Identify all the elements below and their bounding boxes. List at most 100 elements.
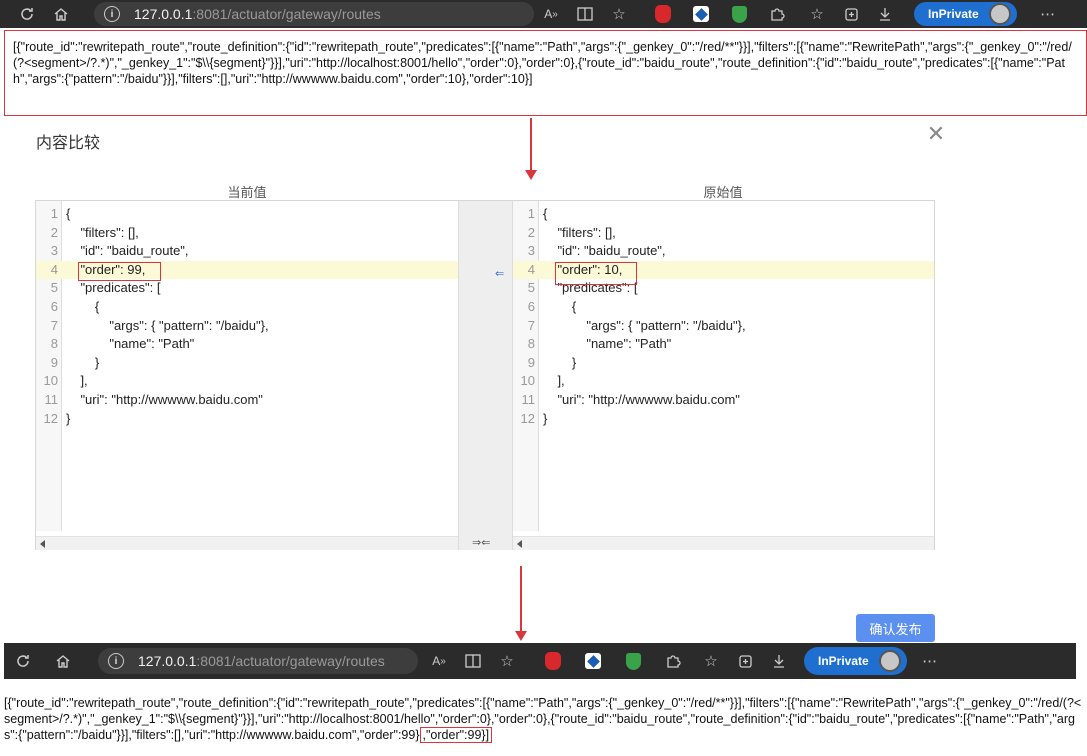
code-lines: 1{2 "filters": [], 3 "id": "baidu_route",… [36,205,458,428]
refresh-icon[interactable] [6,643,40,679]
extension-red-icon[interactable] [646,0,680,28]
line-number: 2 [50,224,58,240]
line-number: 12 [520,410,535,426]
extension-blue-icon[interactable] [684,0,718,28]
browser-toolbar-top: i 127.0.0.1:8081/actuator/gateway/routes… [0,0,1087,28]
merge-change-icon[interactable]: ⇐ [495,267,504,280]
code-line: 7 "args": { "pattern": "/baidu"}, [36,317,458,336]
code-text: "predicates": [ [66,280,161,296]
code-line: 9 } [36,354,458,373]
line-number: 5 [527,280,535,296]
line-number: 4 [50,261,58,277]
code-text: ], [66,373,88,389]
extension-red-icon[interactable] [536,643,570,679]
line-number: 9 [50,354,58,370]
line-number: 6 [527,298,535,314]
collections-icon[interactable] [834,0,868,28]
line-number: 10 [43,373,58,389]
code-lines: 1{2 "filters": [], 3 "id": "baidu_route",… [513,205,934,428]
site-info-icon[interactable]: i [108,653,124,669]
address-bar[interactable]: i 127.0.0.1:8081/actuator/gateway/routes [98,648,418,674]
favorites-icon[interactable]: ☆ [800,0,834,28]
line-number: 11 [521,391,536,407]
read-aloud-icon[interactable]: A» [422,643,456,679]
refresh-icon[interactable] [10,0,44,28]
code-text: { [543,206,548,221]
current-value-editor[interactable]: 1{2 "filters": [], 3 "id": "baidu_route",… [36,201,458,550]
code-text: } [543,354,577,370]
code-text: "name": "Path" [543,336,672,352]
line-number: 6 [50,298,58,314]
code-line: 11 "uri": "http://wwwww.baidu.com" [513,391,934,410]
downloads-icon[interactable] [762,643,796,679]
code-text: "id": "baidu_route", [66,243,189,259]
code-text: { [66,298,100,314]
code-line: 1{ [36,205,458,224]
line-number: 7 [527,317,535,333]
close-icon[interactable]: ✕ [926,123,946,145]
original-value-header: 原始值 [703,185,743,200]
scroll-left-icon[interactable] [40,540,45,548]
address-bar[interactable]: i 127.0.0.1:8081/actuator/gateway/routes [94,2,534,26]
inprivate-badge[interactable]: InPrivate [914,2,1017,26]
more-menu-icon[interactable]: ⋯ [1031,0,1065,28]
code-line: 3 "id": "baidu_route", [513,242,934,261]
merge-gutter: ⇐ ⇒⇐ [458,201,513,550]
code-text: } [543,410,548,426]
inprivate-label: InPrivate [818,654,869,668]
home-icon[interactable] [46,643,80,679]
code-text: "uri": "http://wwwww.baidu.com" [543,391,740,407]
url-host: 127.0.0.1 [134,6,193,22]
favorites-icon[interactable]: ☆ [694,643,728,679]
extension-shield-icon[interactable] [616,643,650,679]
current-value-header: 当前值 [227,185,267,200]
collections-icon[interactable] [728,643,762,679]
line-number: 10 [520,373,535,389]
highlight-box [78,262,161,281]
line-number: 1 [527,206,535,221]
reader-view-icon[interactable] [568,0,602,28]
site-info-icon[interactable]: i [104,6,120,22]
scroll-left-icon[interactable] [517,540,522,548]
code-line: 2 "filters": [], [513,224,934,243]
code-line: 11 "uri": "http://wwwww.baidu.com" [36,391,458,410]
code-line: 12} [513,410,934,429]
line-number: 3 [527,243,535,259]
downloads-icon[interactable] [868,0,902,28]
code-line: 1{ [513,205,934,224]
original-value-editor: 1{2 "filters": [], 3 "id": "baidu_route",… [513,201,934,550]
url-path: :8081/actuator/gateway/routes [196,653,385,669]
diff-viewer: 1{2 "filters": [], 3 "id": "baidu_route",… [35,200,935,550]
code-line: 2 "filters": [], [36,224,458,243]
read-aloud-icon[interactable]: A» [534,0,568,28]
extension-shield-icon[interactable] [722,0,756,28]
add-favorite-icon[interactable]: ☆ [602,0,636,28]
code-text: } [66,410,71,426]
inprivate-badge[interactable]: InPrivate [804,647,907,675]
code-text: { [543,298,577,314]
confirm-publish-button[interactable]: 确认发布 [856,614,935,642]
extension-blue-icon[interactable] [576,643,610,679]
swap-sides-icon[interactable]: ⇒⇐ [472,536,490,549]
code-text: ], [543,373,565,389]
line-number: 8 [527,336,535,352]
code-line: 7 "args": { "pattern": "/baidu"}, [513,317,934,336]
profile-avatar-icon [878,650,901,672]
extensions-puzzle-icon[interactable] [760,0,794,28]
line-number: 3 [50,243,58,259]
code-text: } [66,354,100,370]
add-favorite-icon[interactable]: ☆ [490,643,524,679]
code-line: 3 "id": "baidu_route", [36,242,458,261]
json-response-before: [{"route_id":"rewritepath_route","route_… [4,30,1087,116]
extensions-puzzle-icon[interactable] [656,643,690,679]
home-icon[interactable] [44,0,78,28]
horizontal-scrollbar[interactable] [36,536,458,550]
horizontal-scrollbar[interactable] [513,536,934,550]
line-number: 8 [50,336,58,352]
down-arrow-icon [515,566,527,641]
more-menu-icon[interactable]: ⋯ [913,643,947,679]
json-after-text: [{"route_id":"rewritepath_route","route_… [4,696,1082,742]
reader-view-icon[interactable] [456,643,490,679]
json-response-after: [{"route_id":"rewritepath_route","route_… [4,695,1084,743]
code-line: 6 { [36,298,458,317]
